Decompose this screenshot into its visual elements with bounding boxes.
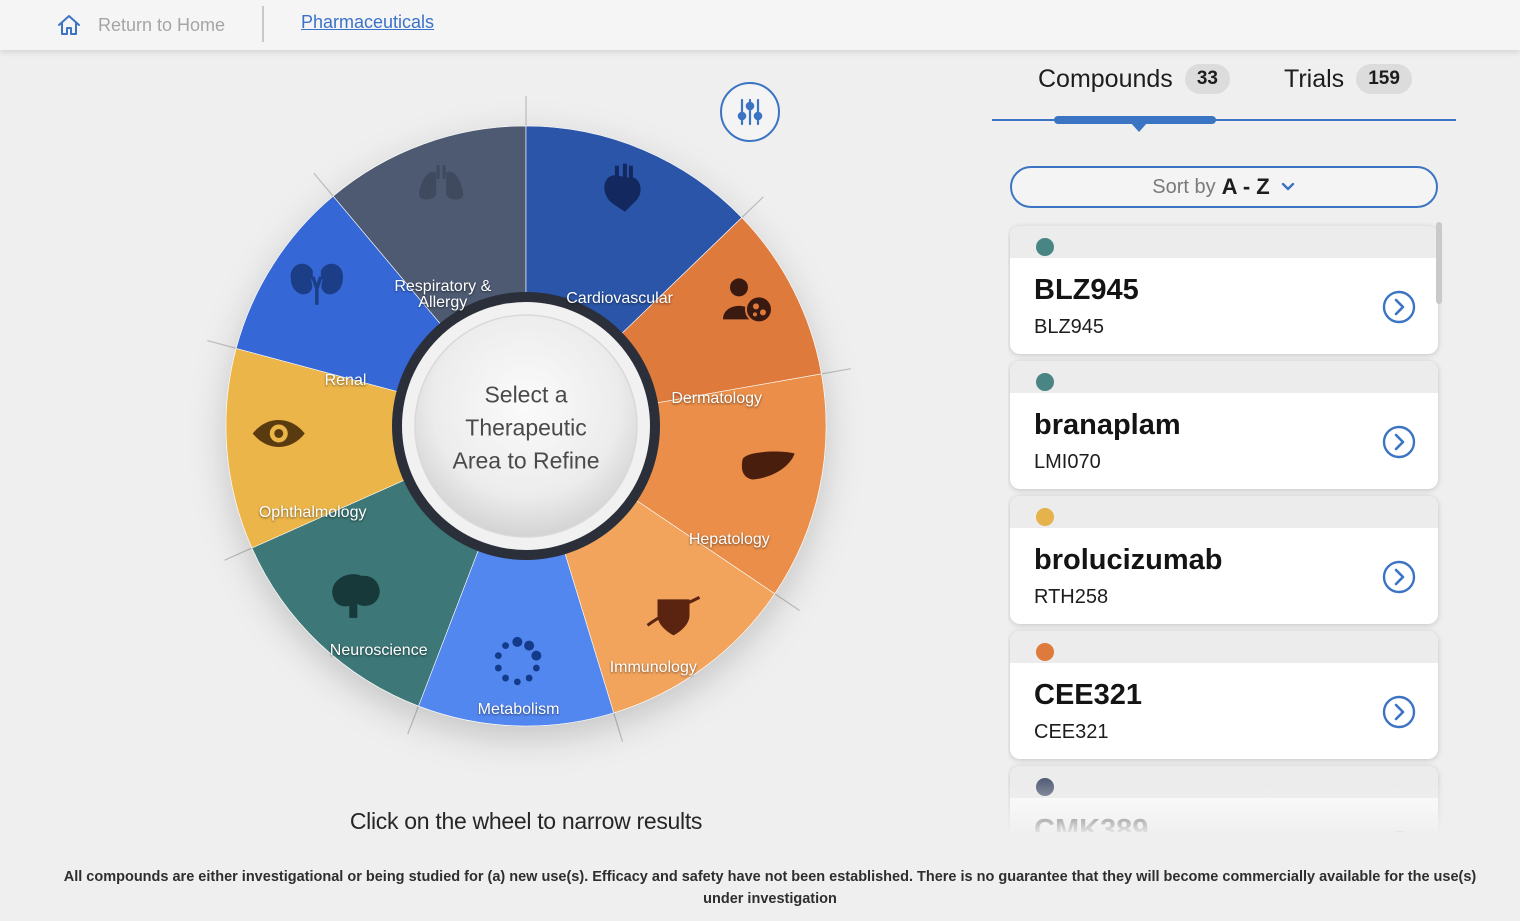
hub-button[interactable] xyxy=(414,314,638,538)
chevron-right-circle-icon[interactable] xyxy=(1382,290,1416,324)
list-scrollbar[interactable] xyxy=(1436,222,1442,304)
compound-card[interactable]: CMK389 xyxy=(1010,766,1438,832)
sort-dropdown[interactable]: Sort by A - Z xyxy=(1010,166,1438,208)
nav-divider xyxy=(262,6,264,42)
compound-name: BLZ945 xyxy=(1034,274,1139,306)
compound-code: RTH258 xyxy=(1034,586,1109,608)
chevron-right-circle-icon[interactable] xyxy=(1382,560,1416,594)
compound-code: LMI070 xyxy=(1034,451,1101,473)
therapeutic-area-dot xyxy=(1036,778,1054,796)
wheel-hint: Click on the wheel to narrow results xyxy=(349,808,703,834)
therapeutic-area-wheel: Respiratory & Allergy Cardiovascular Dermat… xyxy=(0,50,980,850)
compound-name: brolucizumab xyxy=(1034,544,1223,576)
compound-card[interactable]: brolucizumab RTH258 xyxy=(1010,496,1438,624)
disclaimer-text: All compounds are either investigational… xyxy=(63,869,1477,907)
card-header xyxy=(1010,361,1438,393)
results-tabs: Compounds 33 Trials 159 xyxy=(990,58,1458,138)
top-bar: Return to Home Pharmaceuticals xyxy=(0,0,1520,50)
breadcrumb-pharmaceuticals[interactable]: Pharmaceuticals xyxy=(301,12,434,33)
home-icon xyxy=(58,15,80,35)
tab-count-badge: 33 xyxy=(1184,64,1230,94)
tab-label: Compounds xyxy=(1038,64,1173,93)
compound-name: CEE321 xyxy=(1034,679,1143,711)
compound-name: CMK389 xyxy=(1034,814,1149,832)
sliders-icon xyxy=(737,98,763,126)
wheel-svg xyxy=(207,96,852,742)
tab-compounds[interactable]: Compounds 33 xyxy=(1038,64,1230,94)
sort-value: A - Z xyxy=(1221,174,1270,199)
therapeutic-area-dot xyxy=(1036,508,1054,526)
tab-label: Trials xyxy=(1284,64,1345,93)
compound-card[interactable]: branaplam LMI070 xyxy=(1010,361,1438,489)
compound-code: BLZ945 xyxy=(1034,316,1105,338)
therapeutic-area-dot xyxy=(1036,643,1054,661)
return-home-label: Return to Home xyxy=(98,14,226,35)
card-header xyxy=(1010,766,1438,798)
compound-card[interactable]: CEE321 CEE321 xyxy=(1010,631,1438,759)
therapeutic-area-dot xyxy=(1036,238,1054,256)
chevron-right-circle-icon[interactable] xyxy=(1382,695,1416,729)
tab-trials[interactable]: Trials 159 xyxy=(1284,64,1412,94)
chevron-down-icon xyxy=(1281,182,1294,191)
compound-card[interactable]: BLZ945 BLZ945 xyxy=(1010,226,1438,354)
compound-list[interactable]: BLZ945 BLZ945 branaplam LMI070 brolucizu… xyxy=(1008,222,1444,832)
chevron-right-circle-icon[interactable] xyxy=(1382,830,1416,832)
active-tab-caret xyxy=(1130,122,1148,132)
card-header xyxy=(1010,631,1438,663)
therapeutic-area-dot xyxy=(1036,373,1054,391)
tab-count-badge: 159 xyxy=(1356,64,1412,94)
compound-code: CEE321 xyxy=(1034,721,1109,743)
return-home-link[interactable]: Return to Home xyxy=(56,11,225,39)
filter-settings-button[interactable] xyxy=(720,82,780,142)
compound-name: branaplam xyxy=(1034,409,1181,441)
chevron-right-circle-icon[interactable] xyxy=(1382,425,1416,459)
sort-prefix: Sort by xyxy=(1152,175,1216,198)
card-header xyxy=(1010,226,1438,258)
card-header xyxy=(1010,496,1438,528)
